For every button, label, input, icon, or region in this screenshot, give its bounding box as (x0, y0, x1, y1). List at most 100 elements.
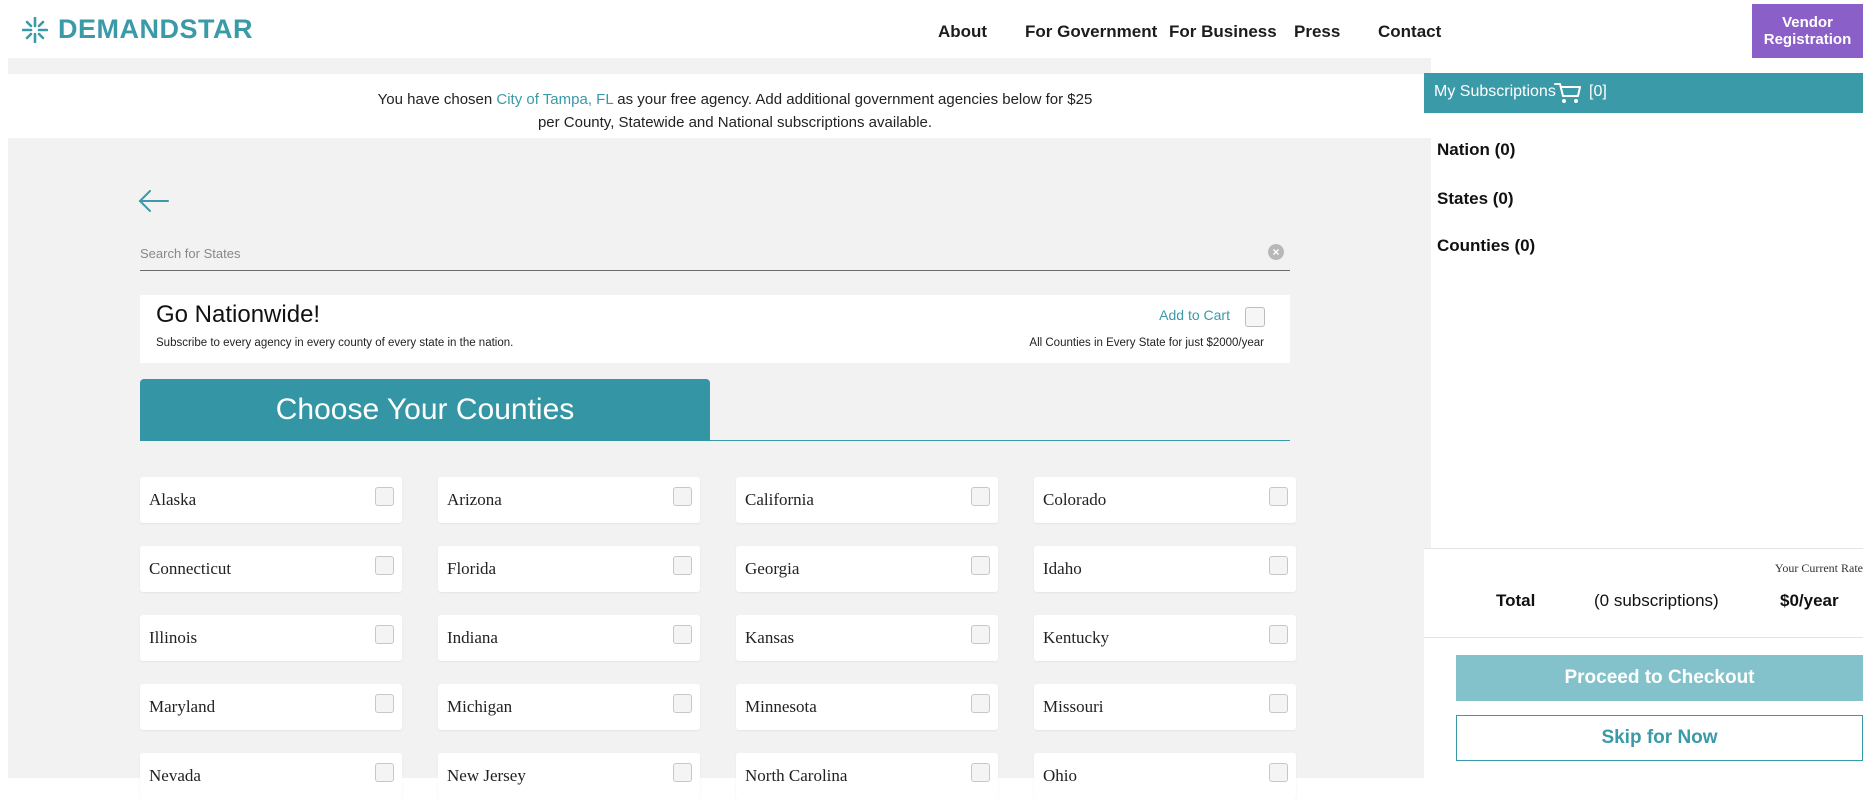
state-option[interactable]: Illinois (140, 615, 402, 661)
state-option[interactable]: Minnesota (736, 684, 998, 730)
state-option[interactable]: Michigan (438, 684, 700, 730)
state-label: Maryland (149, 697, 216, 716)
state-checkbox[interactable] (673, 556, 692, 575)
state-label: North Carolina (745, 766, 848, 785)
state-checkbox[interactable] (1269, 763, 1288, 782)
tab-choose-counties[interactable]: Choose Your Counties (140, 379, 710, 441)
state-option[interactable]: Arizona (438, 477, 700, 523)
state-option[interactable]: Nevada (140, 753, 402, 799)
nationwide-card: Go Nationwide! Subscribe to every agency… (140, 295, 1290, 363)
total-amount: $0/year (1780, 591, 1839, 610)
state-checkbox[interactable] (1269, 556, 1288, 575)
state-checkbox[interactable] (673, 694, 692, 713)
state-checkbox[interactable] (375, 556, 394, 575)
selection-area (8, 138, 1431, 778)
counties-count: Counties (0) (1437, 236, 1536, 255)
state-checkbox[interactable] (971, 763, 990, 782)
state-label: Alaska (149, 490, 197, 509)
state-checkbox[interactable] (971, 694, 990, 713)
divider (1424, 637, 1863, 638)
skip-for-now-button[interactable]: Skip for Now (1456, 715, 1863, 761)
nation-count: Nation (0) (1437, 140, 1516, 159)
state-label: Missouri (1043, 697, 1104, 716)
state-option[interactable]: Florida (438, 546, 700, 592)
state-checkbox[interactable] (971, 487, 990, 506)
state-checkbox[interactable] (1269, 625, 1288, 644)
state-label: Colorado (1043, 490, 1107, 509)
state-label: Nevada (149, 766, 201, 785)
state-checkbox[interactable] (971, 625, 990, 644)
state-label: Michigan (447, 697, 513, 716)
free-agency-notice: You have chosen City of Tampa, FL as you… (300, 88, 1170, 134)
vendor-button-line1: Vendor (1782, 14, 1833, 31)
nationwide-checkbox[interactable] (1245, 307, 1265, 327)
state-label: Idaho (1043, 559, 1082, 578)
nav-about[interactable]: About (938, 22, 987, 42)
nationwide-description: Subscribe to every agency in every count… (156, 337, 514, 349)
state-option[interactable]: Colorado (1034, 477, 1296, 523)
state-checkbox[interactable] (375, 487, 394, 506)
state-label: Ohio (1043, 766, 1077, 785)
state-option[interactable]: Georgia (736, 546, 998, 592)
current-rate-label: Your Current Rate (1774, 561, 1863, 575)
notice-line2: per County, Statewide and National subsc… (537, 114, 933, 131)
nationwide-price: All Counties in Every State for just $20… (1029, 337, 1264, 349)
back-button[interactable] (138, 190, 170, 217)
notice-suffix: as your free agency. Add additional gove… (613, 91, 1093, 108)
state-checkbox[interactable] (375, 763, 394, 782)
state-label: Arizona (447, 490, 502, 509)
state-checkbox[interactable] (1269, 487, 1288, 506)
state-label: Georgia (745, 559, 800, 578)
site-header: DEMANDSTAR About For Government For Busi… (0, 0, 1863, 58)
brand-name: DEMANDSTAR (58, 14, 253, 44)
nav-for-business[interactable]: For Business (1169, 22, 1277, 42)
subscription-count: (0 subscriptions) (1594, 591, 1719, 610)
proceed-to-checkout-button[interactable]: Proceed to Checkout (1456, 655, 1863, 701)
state-label: Illinois (149, 628, 198, 647)
logo[interactable]: DEMANDSTAR (22, 14, 253, 45)
nav-for-government[interactable]: For Government (1025, 22, 1157, 42)
star-logo-icon (22, 16, 48, 43)
total-label: Total (1496, 591, 1536, 610)
state-checkbox[interactable] (673, 625, 692, 644)
state-label: Connecticut (149, 559, 232, 578)
state-checkbox[interactable] (673, 487, 692, 506)
state-label: Minnesota (745, 697, 817, 716)
state-option[interactable]: Idaho (1034, 546, 1296, 592)
state-option[interactable]: California (736, 477, 998, 523)
state-option[interactable]: Maryland (140, 684, 402, 730)
state-option[interactable]: Connecticut (140, 546, 402, 592)
notice-prefix: You have chosen (377, 91, 497, 108)
state-search: × (140, 244, 1290, 271)
close-circle-icon[interactable]: × (1268, 244, 1284, 260)
state-option[interactable]: North Carolina (736, 753, 998, 799)
state-option[interactable]: Missouri (1034, 684, 1296, 730)
state-option[interactable]: Kentucky (1034, 615, 1296, 661)
state-label: New Jersey (447, 766, 526, 785)
vendor-button-line2: Registration (1763, 31, 1852, 48)
state-label: Kentucky (1043, 628, 1110, 647)
state-checkbox[interactable] (971, 556, 990, 575)
state-label: Florida (447, 559, 497, 578)
state-checkbox[interactable] (673, 763, 692, 782)
state-option[interactable]: Alaska (140, 477, 402, 523)
nav-press[interactable]: Press (1294, 22, 1340, 42)
search-input[interactable] (140, 246, 1240, 261)
state-option[interactable]: Indiana (438, 615, 700, 661)
state-option[interactable]: New Jersey (438, 753, 700, 799)
state-checkbox[interactable] (375, 694, 394, 713)
nationwide-add-to-cart[interactable]: Add to Cart (1159, 307, 1230, 323)
state-option[interactable]: Ohio (1034, 753, 1296, 799)
state-checkbox[interactable] (1269, 694, 1288, 713)
state-label: California (745, 490, 814, 509)
subscriptions-title: My Subscriptions (1434, 83, 1556, 100)
state-option[interactable]: Kansas (736, 615, 998, 661)
vendor-registration-button[interactable]: Vendor Registration (1752, 4, 1863, 58)
arrow-left-icon (138, 190, 169, 212)
top-band (8, 58, 1431, 74)
states-count: States (0) (1437, 189, 1514, 208)
cart-icon[interactable] (1554, 82, 1582, 104)
free-agency-link[interactable]: City of Tampa, FL (496, 91, 613, 108)
nav-contact[interactable]: Contact (1378, 22, 1441, 42)
state-checkbox[interactable] (375, 625, 394, 644)
